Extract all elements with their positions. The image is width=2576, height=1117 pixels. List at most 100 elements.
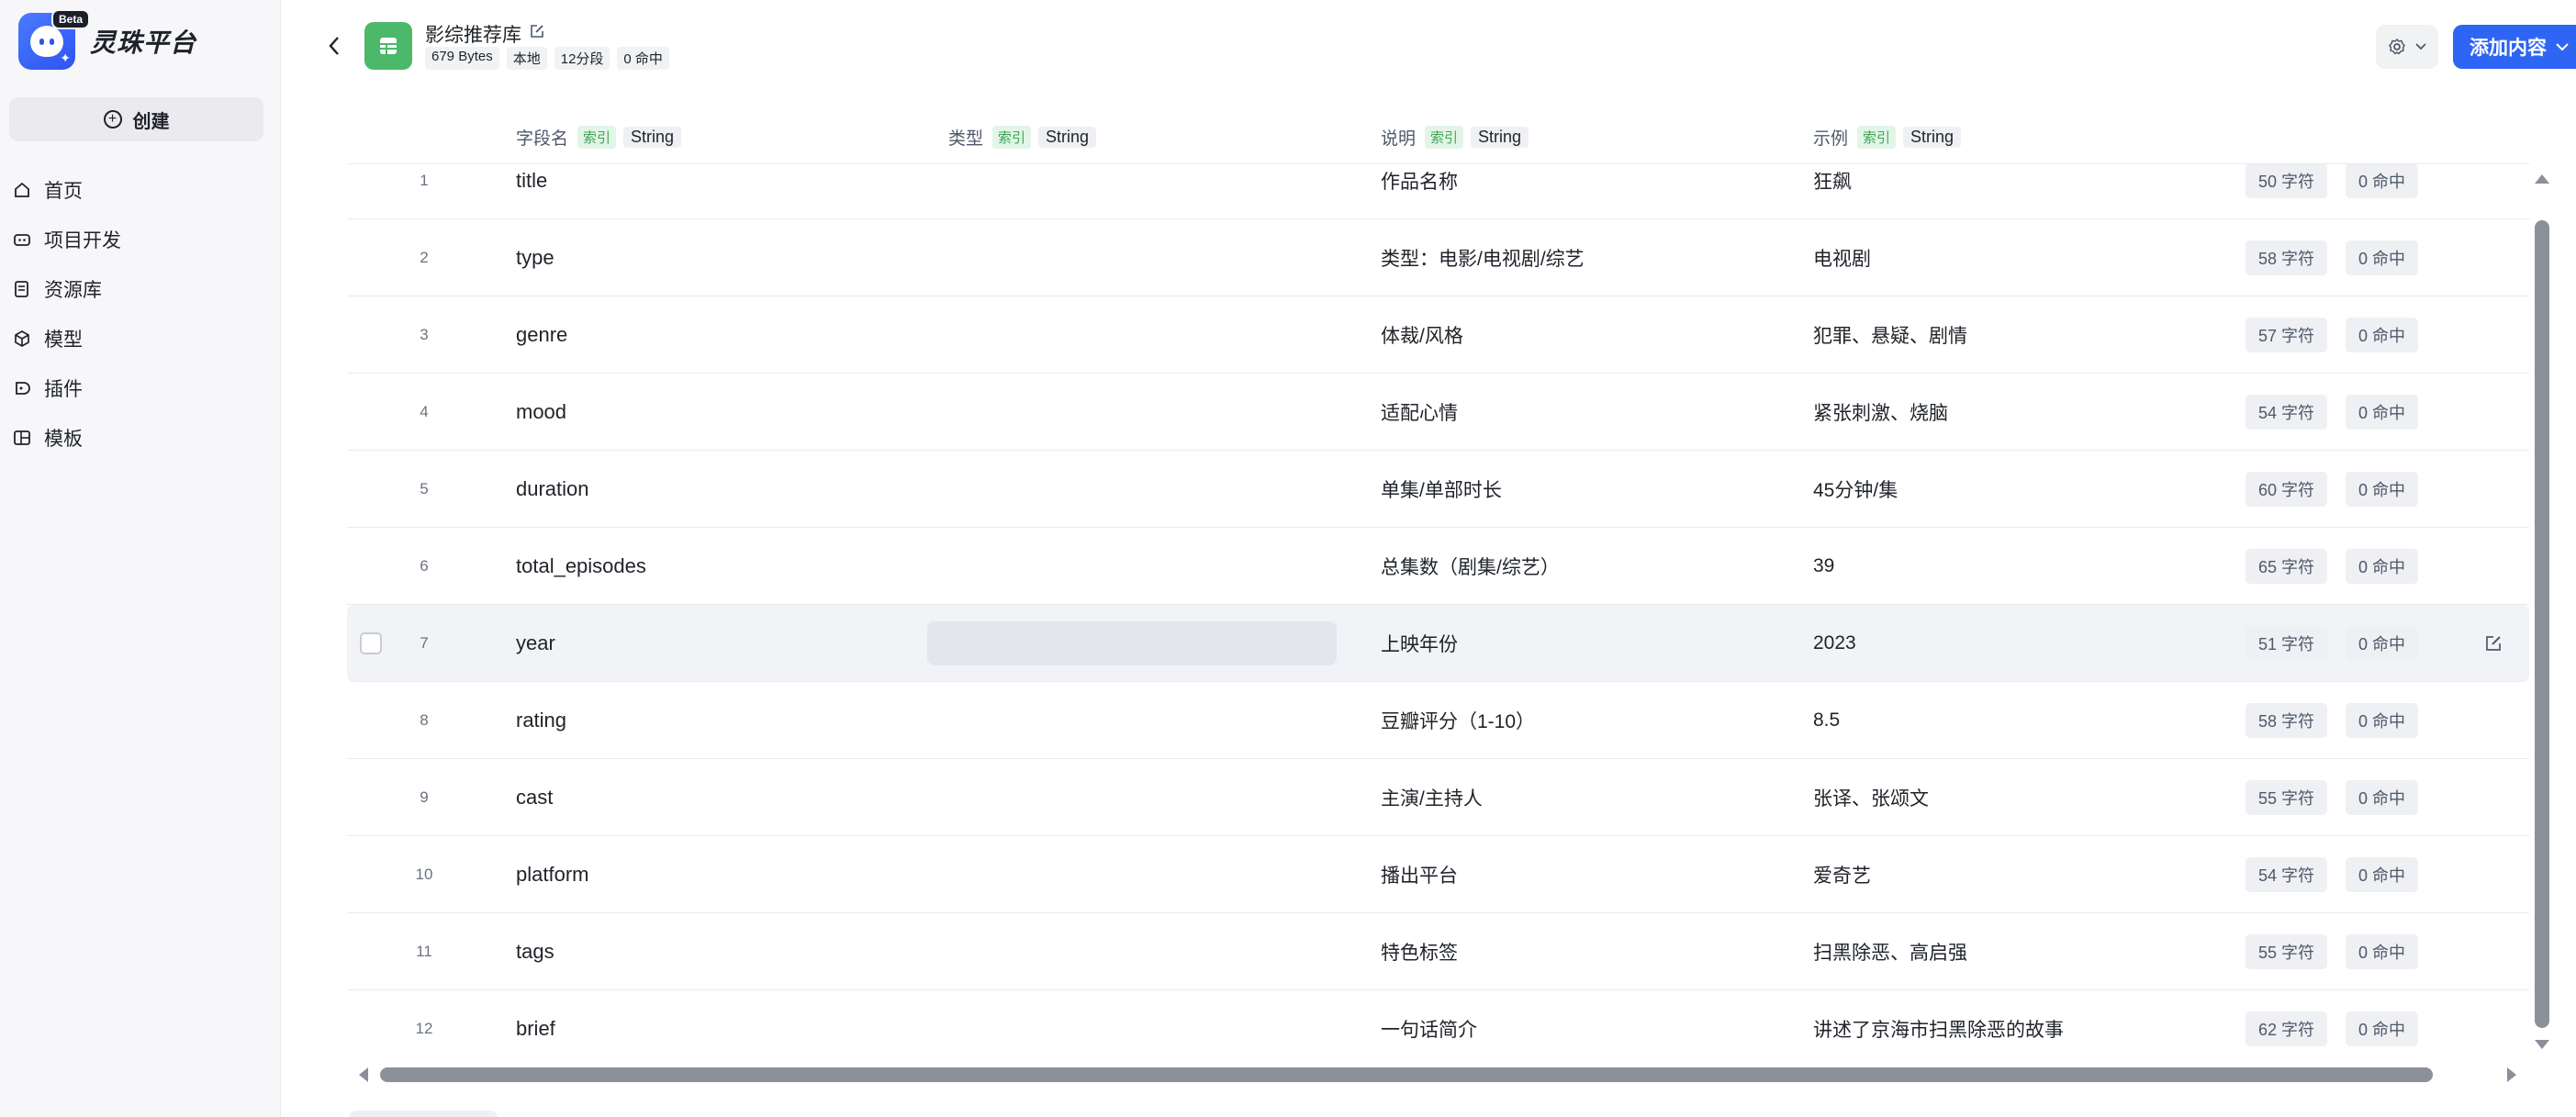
column-label: 说明 — [1381, 129, 1417, 149]
field-example[interactable]: 39 — [1813, 528, 1834, 605]
template-icon — [13, 429, 31, 447]
type-tag: String — [1038, 127, 1097, 148]
field-example[interactable]: 狂飙 — [1813, 164, 1852, 219]
location-badge: 本地 — [506, 47, 547, 70]
field-name[interactable]: title — [516, 164, 547, 219]
edit-title-icon[interactable] — [529, 23, 545, 45]
table-row[interactable]: 8 rating 豆瓣评分（1-10） 8.5 58 字符 0 命中 — [347, 682, 2529, 759]
field-description[interactable]: 豆瓣评分（1-10） — [1381, 682, 1535, 759]
field-description[interactable]: 作品名称 — [1381, 164, 1458, 219]
column-label: 类型 — [948, 129, 984, 149]
chevron-down-icon — [2415, 43, 2426, 50]
field-name[interactable]: mood — [516, 374, 566, 451]
char-count-badge: 51 字符 — [2246, 605, 2328, 682]
home-icon — [13, 181, 31, 199]
sidebar-item-plugins[interactable]: 插件 — [0, 363, 281, 413]
sidebar-item-templates[interactable]: 模板 — [0, 413, 281, 463]
table-row[interactable]: 4 mood 适配心情 紧张刺激、烧脑 54 字符 0 命中 — [347, 374, 2529, 451]
hits-count-badge: 0 命中 — [2346, 682, 2419, 759]
row-number: 4 — [420, 403, 429, 420]
field-name[interactable]: brief — [516, 990, 555, 1063]
field-example[interactable]: 45分钟/集 — [1813, 451, 1898, 528]
settings-button[interactable] — [2376, 25, 2438, 69]
field-description[interactable]: 类型：电影/电视剧/综艺 — [1381, 219, 1585, 296]
column-label: 字段名 — [516, 129, 569, 149]
row-number: 1 — [420, 172, 429, 189]
scroll-down-arrow[interactable] — [2535, 1040, 2549, 1049]
sidebar-item-label: 插件 — [44, 379, 83, 400]
table-row[interactable]: 3 genre 体裁/风格 犯罪、悬疑、剧情 57 字符 0 命中 — [347, 296, 2529, 374]
brand[interactable]: ✦ Beta 灵珠平台 — [18, 9, 196, 70]
column-header-example[interactable]: 示例 索引 String — [1813, 125, 1962, 150]
field-name[interactable]: rating — [516, 682, 566, 759]
table-row[interactable]: 5 duration 单集/单部时长 45分钟/集 60 字符 0 命中 — [347, 451, 2529, 528]
field-example[interactable]: 2023 — [1813, 605, 1856, 682]
field-description[interactable]: 总集数（剧集/综艺） — [1381, 528, 1560, 605]
logo-icon: ✦ Beta — [18, 9, 91, 70]
column-header-description[interactable]: 说明 索引 String — [1381, 125, 1529, 150]
field-description[interactable]: 单集/单部时长 — [1381, 451, 1502, 528]
field-description[interactable]: 特色标签 — [1381, 913, 1458, 990]
char-count-badge: 55 字符 — [2246, 759, 2328, 836]
field-description[interactable]: 播出平台 — [1381, 836, 1458, 913]
field-description[interactable]: 主演/主持人 — [1381, 759, 1483, 836]
scroll-right-arrow[interactable] — [2507, 1067, 2516, 1082]
sidebar-item-library[interactable]: 资源库 — [0, 264, 281, 314]
char-count-badge: 55 字符 — [2246, 913, 2328, 990]
horizontal-scroll-thumb[interactable] — [380, 1067, 2433, 1082]
vertical-scrollbar[interactable] — [2532, 163, 2552, 1054]
row-number: 12 — [415, 1020, 433, 1037]
field-example[interactable]: 犯罪、悬疑、剧情 — [1813, 296, 1967, 374]
table-row[interactable]: 11 tags 特色标签 扫黑除恶、高启强 55 字符 0 命中 — [347, 913, 2529, 990]
chevron-down-icon — [2556, 42, 2569, 50]
horizontal-scrollbar[interactable] — [354, 1065, 2521, 1085]
field-name[interactable]: type — [516, 219, 554, 296]
field-description[interactable]: 体裁/风格 — [1381, 296, 1463, 374]
table-row[interactable]: 10 platform 播出平台 爱奇艺 54 字符 0 命中 — [347, 836, 2529, 913]
field-name[interactable]: platform — [516, 836, 588, 913]
table-row[interactable]: 2 type 类型：电影/电视剧/综艺 电视剧 58 字符 0 命中 — [347, 219, 2529, 296]
column-header-field[interactable]: 字段名 索引 String — [516, 125, 682, 150]
robot-icon — [13, 230, 31, 249]
table-row[interactable]: 12 brief 一句话简介 讲述了京海市扫黑除恶的故事 62 字符 0 命中 — [347, 990, 2529, 1063]
field-description[interactable]: 适配心情 — [1381, 374, 1458, 451]
sidebar-item-models[interactable]: 模型 — [0, 314, 281, 363]
create-button[interactable]: + 创建 — [9, 97, 263, 141]
field-name[interactable]: year — [516, 605, 555, 682]
scroll-left-arrow[interactable] — [359, 1067, 368, 1082]
row-checkbox[interactable] — [360, 605, 382, 682]
field-name[interactable]: genre — [516, 296, 567, 374]
field-name[interactable]: total_episodes — [516, 528, 646, 605]
add-content-button[interactable]: 添加内容 — [2453, 25, 2576, 69]
sidebar-item-projects[interactable]: 项目开发 — [0, 215, 281, 264]
field-example[interactable]: 8.5 — [1813, 682, 1840, 759]
field-example[interactable]: 紧张刺激、烧脑 — [1813, 374, 1948, 451]
field-example[interactable]: 电视剧 — [1813, 219, 1871, 296]
back-button[interactable] — [323, 33, 345, 59]
table-row[interactable]: 6 total_episodes 总集数（剧集/综艺） 39 65 字符 0 命… — [347, 528, 2529, 605]
scroll-up-arrow[interactable] — [2535, 174, 2549, 184]
field-description[interactable]: 上映年份 — [1381, 605, 1458, 682]
table-row[interactable]: 7 year 上映年份 2023 51 字符 0 命中 — [347, 605, 2529, 682]
char-count-badge: 60 字符 — [2246, 451, 2328, 528]
vertical-scroll-thumb[interactable] — [2535, 220, 2549, 1028]
field-example[interactable]: 爱奇艺 — [1813, 836, 1871, 913]
field-description[interactable]: 一句话简介 — [1381, 990, 1477, 1063]
field-example[interactable]: 张译、张颂文 — [1813, 759, 1929, 836]
type-tag: String — [623, 127, 682, 148]
sidebar-item-home[interactable]: 首页 — [0, 165, 281, 215]
gear-icon — [2389, 38, 2405, 55]
column-header-type[interactable]: 类型 索引 String — [948, 125, 1097, 150]
field-example[interactable]: 讲述了京海市扫黑除恶的故事 — [1813, 990, 2064, 1063]
field-name[interactable]: duration — [516, 451, 589, 528]
table-row[interactable]: 1 title 作品名称 狂飙 50 字符 0 命中 — [347, 164, 2529, 219]
field-name[interactable]: cast — [516, 759, 553, 836]
sidebar-nav: 首页 项目开发 资源库 模型 插件 模板 — [0, 165, 281, 463]
edit-row-icon[interactable] — [2484, 605, 2503, 682]
table-row[interactable]: 9 cast 主演/主持人 张译、张颂文 55 字符 0 命中 — [347, 759, 2529, 836]
field-example[interactable]: 扫黑除恶、高启强 — [1813, 913, 1967, 990]
row-number: 9 — [420, 788, 429, 806]
row-number: 6 — [420, 557, 429, 575]
field-name[interactable]: tags — [516, 913, 554, 990]
field-type-input[interactable] — [927, 605, 1337, 682]
